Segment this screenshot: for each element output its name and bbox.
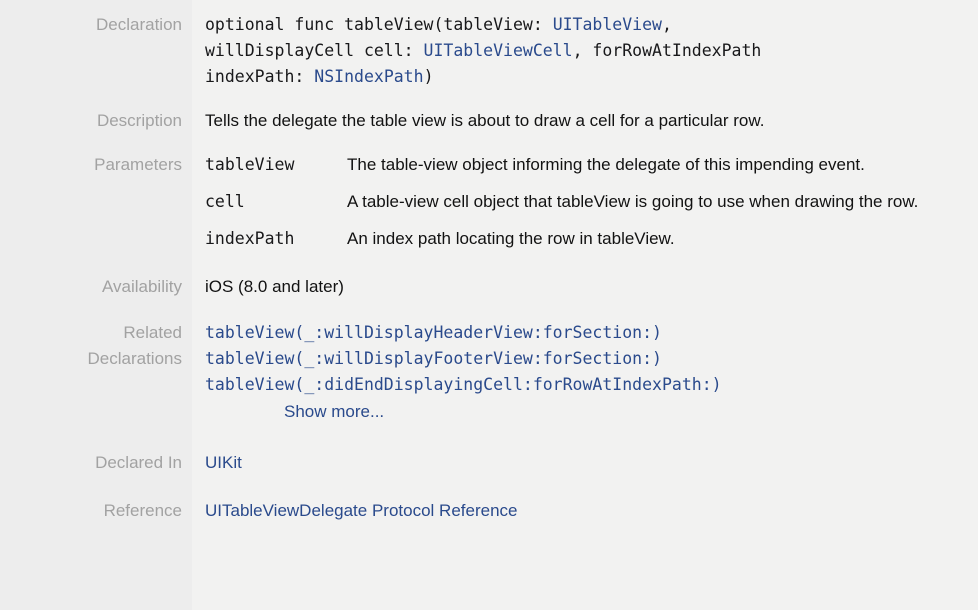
related-declarations-label-line-1: Related [123,323,182,342]
declaration-row: Declaration optional func tableView(tabl… [0,0,978,90]
declaration-value: optional func tableView(tableView: UITab… [182,12,978,90]
related-declarations-label-line-2: Declarations [87,349,183,368]
description-value: Tells the delegate the table view is abo… [182,108,978,133]
related-declaration-link[interactable]: tableView(_:willDisplayFooterView:forSec… [205,346,978,372]
parameter-item: cell A table-view cell object that table… [205,189,978,214]
description-text: Tells the delegate the table view is abo… [205,111,765,130]
reference-link[interactable]: UITableViewDelegate Protocol Reference [205,501,517,520]
parameter-description: An index path locating the row in tableV… [347,229,675,248]
reference-value: UITableViewDelegate Protocol Reference [182,498,978,523]
reference-label: Reference [103,501,182,520]
related-declarations-label: Related Declarations [0,320,183,372]
declared-in-link[interactable]: UIKit [205,453,242,472]
availability-row: Availability iOS (8.0 and later) [0,251,978,299]
parameters-label: Parameters [94,155,182,174]
parameter-description: The table-view object informing the dele… [347,155,865,174]
declaration-line2-type-link[interactable]: UITableViewCell [424,41,573,60]
declaration-code-line-2: willDisplayCell cell: UITableViewCell, f… [205,38,978,64]
availability-label: Availability [101,277,182,296]
parameter-name: tableView [205,155,295,174]
reference-row: Reference UITableViewDelegate Protocol R… [0,475,978,523]
parameter-description: A table-view cell object that tableView … [347,192,919,211]
declaration-line3-post: ) [423,67,434,86]
availability-text: iOS (8.0 and later) [205,277,344,296]
parameter-item: indexPath An index path locating the row… [205,226,978,251]
parameters-list: tableView The table-view object informin… [205,152,978,251]
declaration-line3-type-link[interactable]: NSIndexPath [314,67,423,86]
show-more-link[interactable]: Show more... [205,398,978,426]
declaration-line2-post: , forRowAtIndexPath [572,41,762,60]
declaration-label: Declaration [96,15,182,34]
declared-in-row: Declared In UIKit [0,426,978,475]
availability-value: iOS (8.0 and later) [182,274,978,299]
related-declarations-row: Related Declarations tableView(_:willDisp… [0,299,978,426]
declaration-line1-type-link[interactable]: UITableView [553,15,662,34]
description-label: Description [96,111,182,130]
parameters-value: tableView The table-view object informin… [182,152,978,251]
declaration-code-line-3: indexPath: NSIndexPath) [205,64,978,90]
declaration-line1-post: , [661,15,672,34]
parameter-name: cell [205,192,245,211]
parameter-name: indexPath [205,229,295,248]
declaration-line3-pre: indexPath: [205,67,315,86]
quick-help-documentation-panel: Declaration optional func tableView(tabl… [0,0,978,610]
declared-in-label: Declared In [95,453,182,472]
declaration-line1-pre: optional func tableView(tableView: [205,15,553,34]
declaration-code: optional func tableView(tableView: UITab… [205,12,978,90]
related-declaration-link[interactable]: tableView(_:willDisplayHeaderView:forSec… [205,320,978,346]
parameters-row: Parameters tableView The table-view obje… [0,133,978,251]
documentation-rows: Declaration optional func tableView(tabl… [0,0,978,523]
related-declaration-link[interactable]: tableView(_:didEndDisplayingCell:forRowA… [205,372,978,398]
declaration-code-line-1: optional func tableView(tableView: UITab… [205,12,978,38]
description-row: Description Tells the delegate the table… [0,90,978,133]
related-declarations-value: tableView(_:willDisplayHeaderView:forSec… [182,320,978,426]
parameter-item: tableView The table-view object informin… [205,152,978,177]
related-declarations-list: tableView(_:willDisplayHeaderView:forSec… [205,320,978,426]
declaration-line2-pre: willDisplayCell cell: [205,41,424,60]
declared-in-value: UIKit [182,450,978,475]
